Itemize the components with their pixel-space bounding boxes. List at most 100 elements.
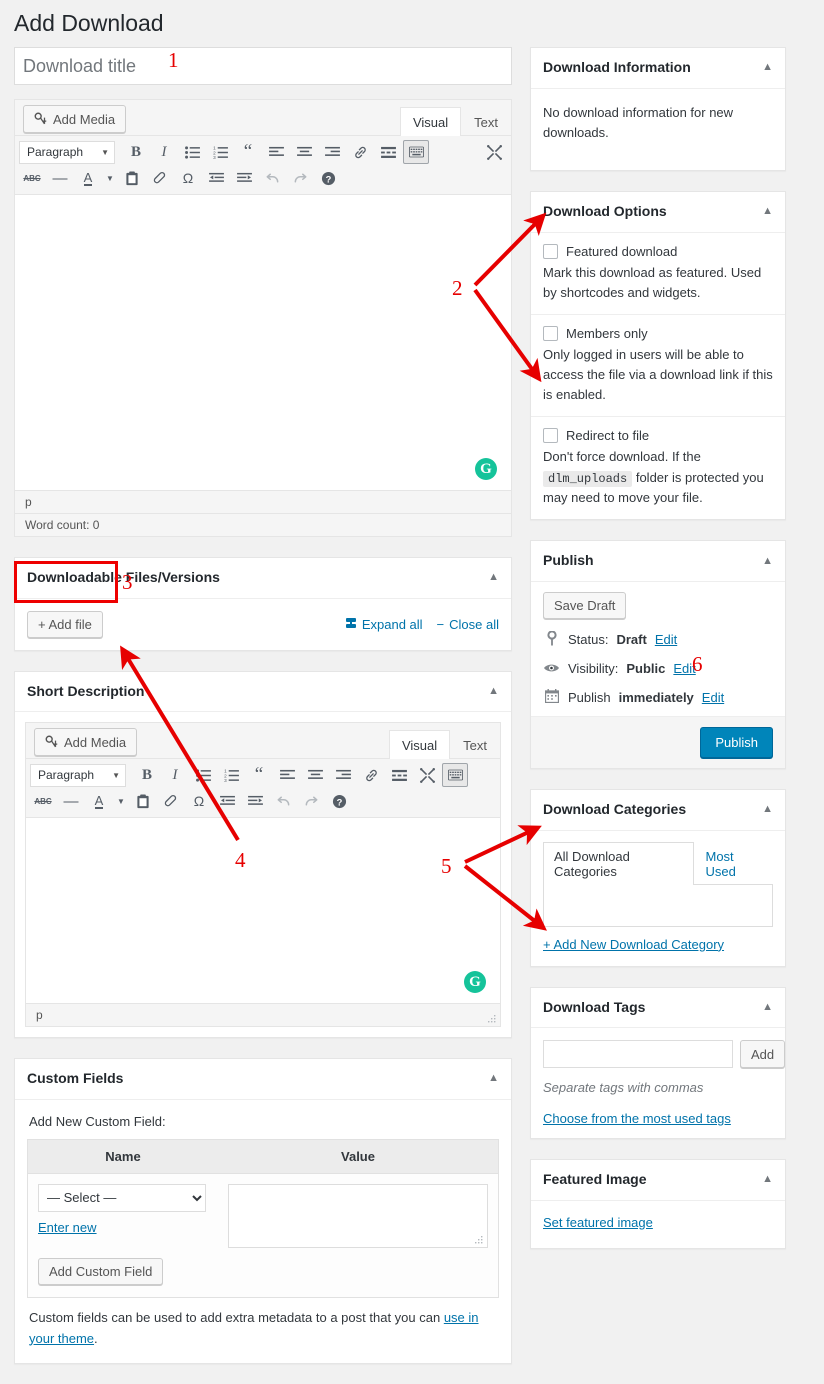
tab-visual[interactable]: Visual: [399, 107, 462, 136]
special-character-icon[interactable]: Ω: [175, 166, 201, 190]
add-tag-button[interactable]: Add: [740, 1040, 786, 1069]
special-character-icon[interactable]: Ω: [186, 789, 212, 813]
featured-download-checkbox[interactable]: [543, 243, 558, 259]
chevron-up-icon[interactable]: ▲: [762, 555, 773, 567]
horizontal-rule-icon[interactable]: —: [47, 166, 73, 190]
align-right-icon[interactable]: [330, 763, 356, 787]
main-editor-content[interactable]: G: [15, 195, 511, 491]
add-new-download-category-link[interactable]: + Add New Download Category: [543, 937, 773, 952]
help-icon[interactable]: ?: [315, 166, 341, 190]
chevron-up-icon[interactable]: ▲: [762, 1174, 773, 1185]
bullet-list-icon[interactable]: [179, 140, 205, 164]
grammarly-icon[interactable]: G: [475, 458, 497, 480]
link-icon[interactable]: [358, 763, 384, 787]
paragraph-format-select[interactable]: Paragraph ▼: [19, 140, 115, 164]
text-color-dropdown-icon[interactable]: ▼: [114, 789, 128, 813]
read-more-icon[interactable]: [386, 763, 412, 787]
set-featured-image-link[interactable]: Set featured image: [543, 1215, 653, 1230]
text-color-icon[interactable]: A: [86, 789, 112, 813]
close-all-link[interactable]: − Close all: [437, 617, 499, 632]
sd-paragraph-format-select[interactable]: Paragraph ▼: [30, 763, 126, 787]
fullscreen-icon[interactable]: [481, 140, 507, 164]
add-custom-field-button[interactable]: Add Custom Field: [38, 1257, 164, 1285]
italic-icon[interactable]: I: [151, 140, 177, 164]
text-color-dropdown-icon[interactable]: ▼: [103, 166, 117, 190]
numbered-list-icon[interactable]: 123: [218, 763, 244, 787]
chevron-up-icon[interactable]: ▲: [488, 572, 499, 583]
paste-as-text-icon[interactable]: [130, 789, 156, 813]
align-left-icon[interactable]: [263, 140, 289, 164]
link-icon[interactable]: [347, 140, 373, 164]
publish-header[interactable]: Publish ▲: [531, 541, 785, 582]
undo-icon[interactable]: [270, 789, 296, 813]
blockquote-icon[interactable]: “: [246, 763, 272, 787]
blockquote-icon[interactable]: “: [235, 140, 261, 164]
category-list[interactable]: [543, 884, 773, 927]
tag-input[interactable]: [543, 1040, 733, 1069]
short-description-header[interactable]: Short Description ▲: [15, 672, 511, 713]
align-left-icon[interactable]: [274, 763, 300, 787]
help-icon[interactable]: ?: [326, 789, 352, 813]
members-only-checkbox[interactable]: [543, 326, 558, 342]
grammarly-icon[interactable]: G: [464, 971, 486, 994]
outdent-icon[interactable]: [203, 166, 229, 190]
add-file-button[interactable]: + Add file: [27, 610, 103, 638]
align-right-icon[interactable]: [319, 140, 345, 164]
chevron-up-icon[interactable]: ▲: [488, 1073, 499, 1084]
keyboard-icon[interactable]: [403, 140, 429, 164]
download-tags-header[interactable]: Download Tags ▲: [531, 988, 785, 1029]
tab-most-used[interactable]: Most Used: [694, 842, 773, 885]
custom-field-value-textarea[interactable]: [228, 1183, 488, 1248]
read-more-icon[interactable]: [375, 140, 401, 164]
sd-add-media-button[interactable]: Add Media: [34, 728, 138, 757]
chevron-up-icon[interactable]: ▲: [762, 206, 773, 217]
outdent-icon[interactable]: [214, 789, 240, 813]
most-used-tags-link[interactable]: Choose from the most used tags: [543, 1111, 773, 1126]
tab-text[interactable]: Text: [461, 107, 511, 136]
strikethrough-icon[interactable]: ABC: [30, 789, 56, 813]
redo-icon[interactable]: [298, 789, 324, 813]
fullscreen-icon[interactable]: [414, 763, 440, 787]
chevron-up-icon[interactable]: ▲: [762, 804, 773, 815]
download-categories-header[interactable]: Download Categories ▲: [531, 790, 785, 831]
undo-icon[interactable]: [259, 166, 285, 190]
tab-all-download-categories[interactable]: All Download Categories: [543, 841, 695, 885]
download-options-header[interactable]: Download Options ▲: [531, 192, 785, 233]
schedule-edit-link[interactable]: Edit: [702, 690, 724, 705]
enter-new-link[interactable]: Enter new: [38, 1220, 218, 1235]
italic-icon[interactable]: I: [162, 763, 188, 787]
numbered-list-icon[interactable]: 123: [207, 140, 233, 164]
strikethrough-icon[interactable]: ABC: [19, 166, 45, 190]
download-title-input[interactable]: [14, 47, 512, 85]
indent-icon[interactable]: [231, 166, 257, 190]
clear-formatting-icon[interactable]: [158, 789, 184, 813]
download-information-header[interactable]: Download Information ▲: [531, 48, 785, 89]
chevron-up-icon[interactable]: ▲: [762, 62, 773, 73]
add-media-button[interactable]: Add Media: [23, 105, 127, 133]
short-description-content[interactable]: G: [26, 818, 500, 1005]
sd-tab-text[interactable]: Text: [450, 730, 500, 759]
bullet-list-icon[interactable]: [190, 763, 216, 787]
featured-image-header[interactable]: Featured Image ▲: [531, 1160, 785, 1201]
custom-fields-header[interactable]: Custom Fields ▲: [15, 1059, 511, 1100]
expand-all-link[interactable]: Expand all: [345, 617, 423, 632]
align-center-icon[interactable]: [291, 140, 317, 164]
chevron-up-icon[interactable]: ▲: [488, 685, 499, 697]
align-center-icon[interactable]: [302, 763, 328, 787]
chevron-up-icon[interactable]: ▲: [762, 1001, 773, 1013]
sd-tab-visual[interactable]: Visual: [388, 730, 451, 760]
clear-formatting-icon[interactable]: [147, 166, 173, 190]
custom-field-name-select[interactable]: — Select —: [38, 1183, 206, 1212]
resize-handle[interactable]: [487, 1014, 497, 1024]
status-edit-link[interactable]: Edit: [655, 632, 677, 647]
keyboard-icon[interactable]: [442, 763, 468, 788]
indent-icon[interactable]: [242, 789, 268, 813]
redo-icon[interactable]: [287, 166, 313, 190]
redirect-to-file-checkbox[interactable]: [543, 428, 558, 444]
resize-handle[interactable]: [474, 1235, 484, 1245]
publish-button[interactable]: Publish: [700, 726, 773, 758]
save-draft-button[interactable]: Save Draft: [543, 591, 627, 619]
bold-icon[interactable]: B: [123, 140, 149, 164]
horizontal-rule-icon[interactable]: —: [58, 789, 84, 813]
text-color-icon[interactable]: A: [75, 166, 101, 190]
